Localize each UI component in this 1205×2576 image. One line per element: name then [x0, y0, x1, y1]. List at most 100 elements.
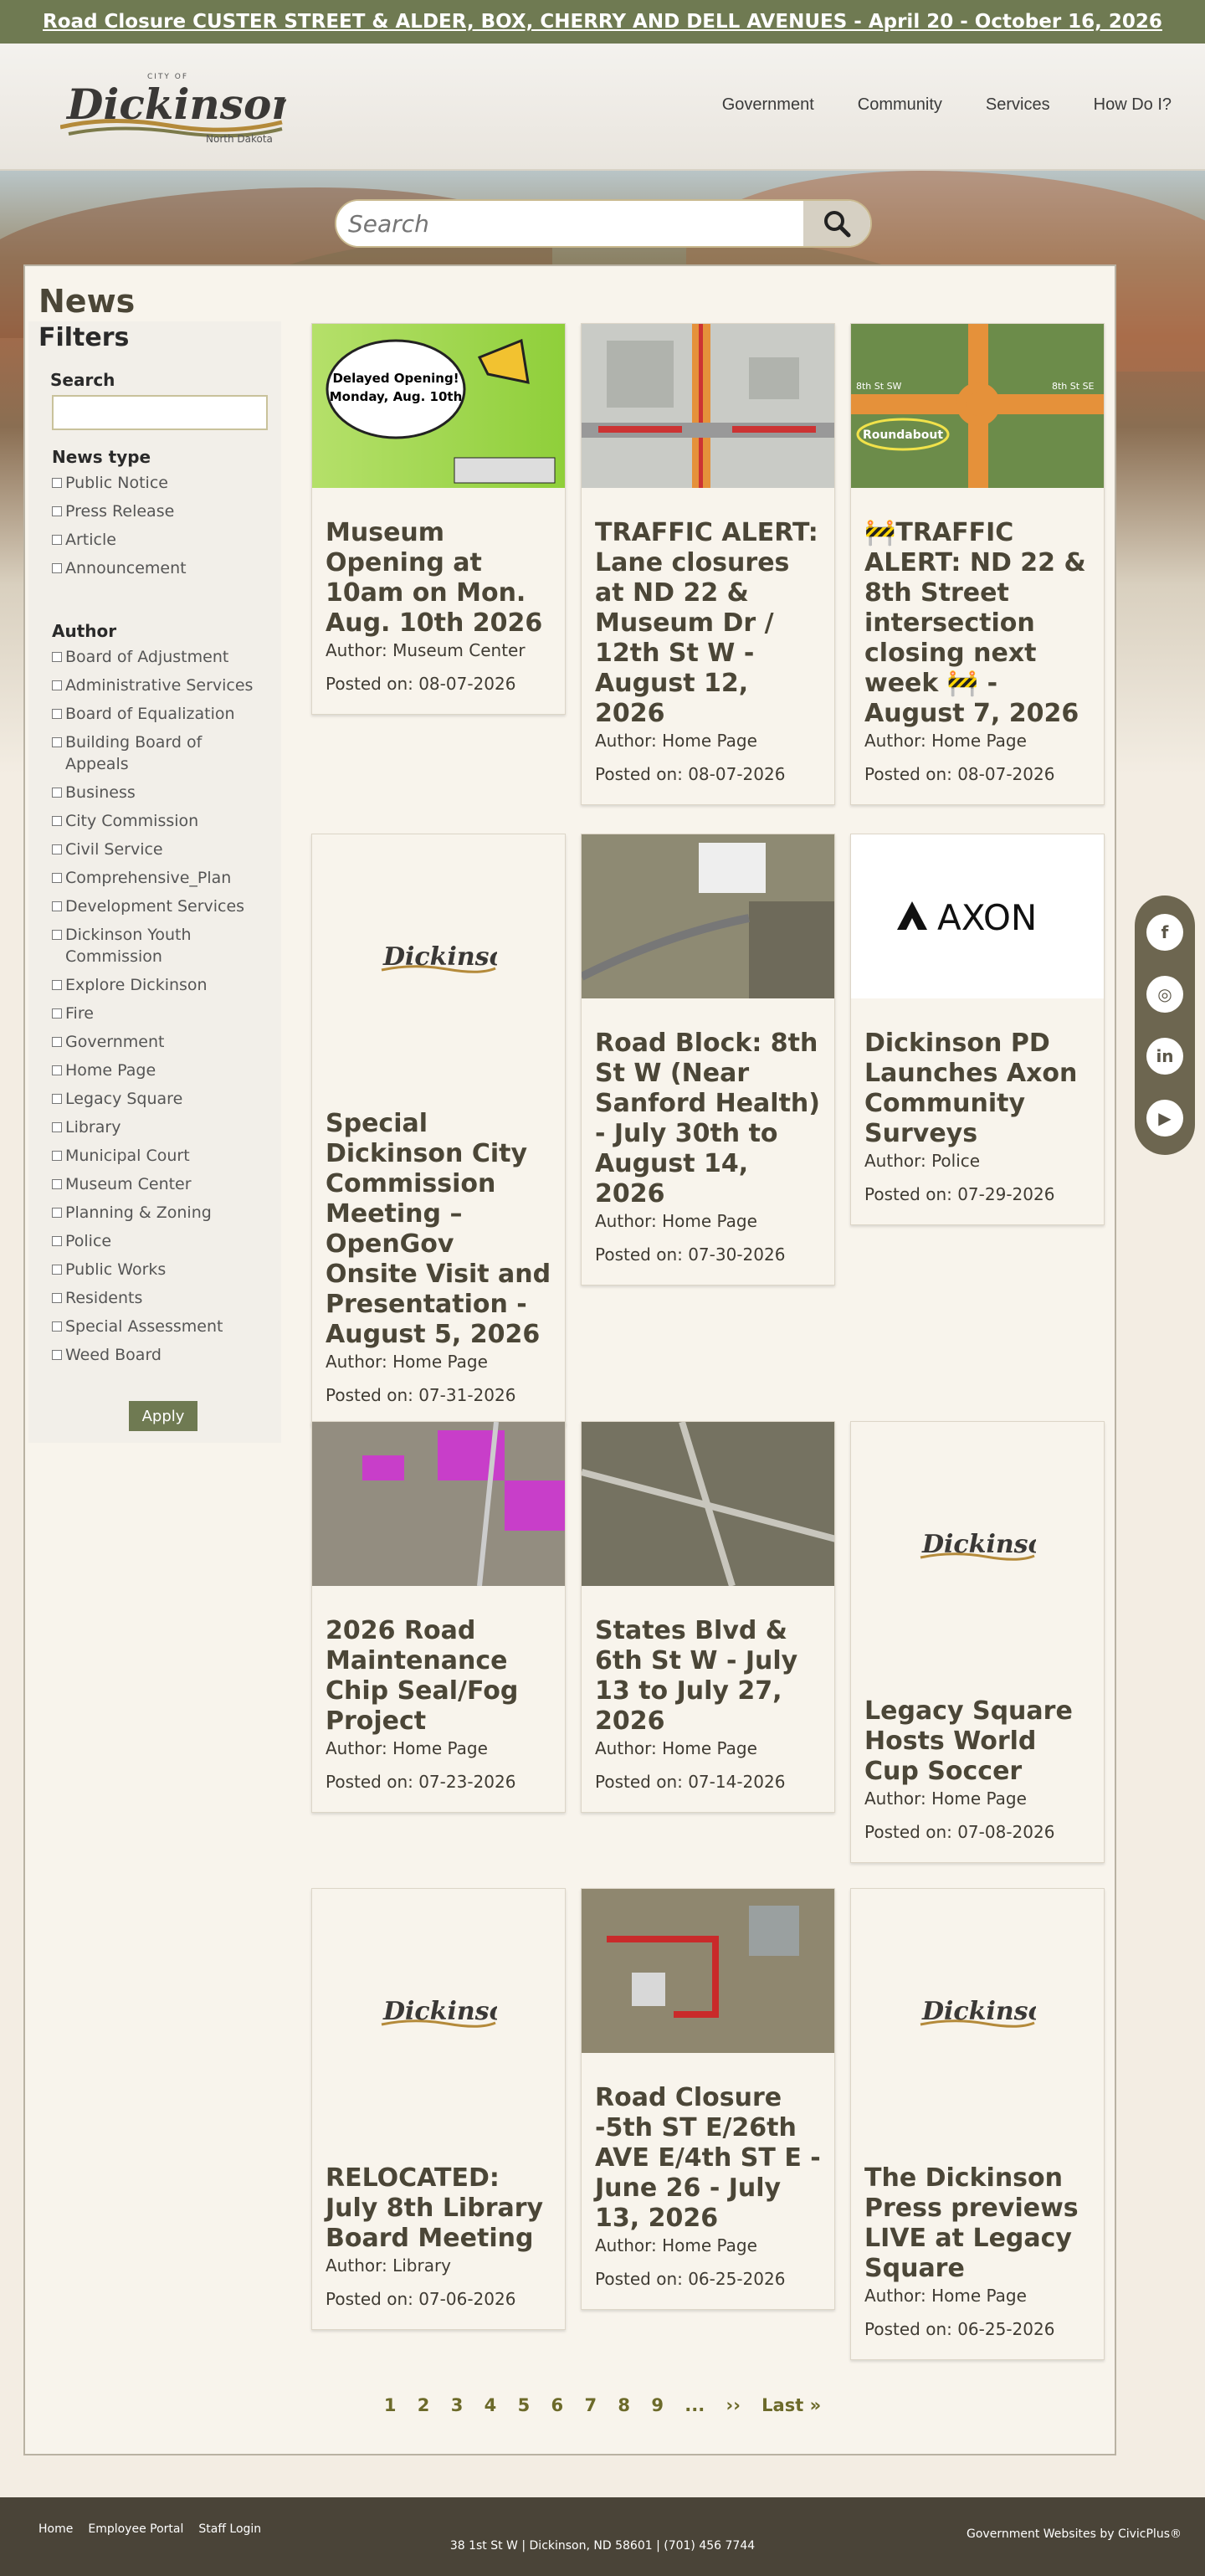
checkbox[interactable]: [52, 1350, 62, 1360]
facebook-icon[interactable]: f: [1146, 914, 1183, 951]
author-checkbox-item[interactable]: Board of Equalization: [52, 703, 261, 725]
checkbox[interactable]: [52, 652, 62, 662]
checkbox[interactable]: [52, 1122, 62, 1132]
author-checkbox-item[interactable]: Special Assessment: [52, 1316, 261, 1337]
page-6[interactable]: 6: [551, 2395, 564, 2415]
checkbox[interactable]: [52, 980, 62, 990]
checkbox[interactable]: [52, 709, 62, 719]
checkbox[interactable]: [52, 563, 62, 573]
news-card[interactable]: Road Closure -5th ST E/26th AVE E/4th ST…: [581, 1888, 835, 2310]
checkbox[interactable]: [52, 1151, 62, 1161]
author-checkbox-item[interactable]: Police: [52, 1230, 261, 1252]
author-label: Municipal Court: [65, 1147, 190, 1165]
city-logo[interactable]: CITY OF Dickinson North Dakota: [59, 67, 302, 151]
author-checkbox-item[interactable]: Board of Adjustment: [52, 646, 261, 668]
checkbox[interactable]: [52, 680, 62, 690]
checkbox[interactable]: [52, 535, 62, 545]
author-checkbox-item[interactable]: Dickinson Youth Commission: [52, 924, 261, 967]
news-card[interactable]: Road Block: 8th St W (Near Sanford Healt…: [581, 834, 835, 1285]
instagram-icon[interactable]: ◎: [1146, 976, 1183, 1013]
page-8[interactable]: 8: [618, 2395, 630, 2415]
footer-employee-portal-link[interactable]: Employee Portal: [88, 2522, 183, 2536]
checkbox[interactable]: [52, 1065, 62, 1075]
news-type-checkbox-item[interactable]: Press Release: [52, 500, 261, 522]
nav-how-do-i[interactable]: How Do I?: [1094, 95, 1172, 115]
checkbox[interactable]: [52, 788, 62, 798]
author-checkbox-item[interactable]: Library: [52, 1116, 261, 1138]
page-5[interactable]: 5: [518, 2395, 531, 2415]
page-4[interactable]: 4: [485, 2395, 497, 2415]
author-checkbox-item[interactable]: Government: [52, 1031, 261, 1053]
author-checkbox-item[interactable]: Development Services: [52, 895, 261, 917]
news-card[interactable]: Roundabout 8th St SW 8th St SE 🚧TRAFFIC …: [850, 323, 1105, 805]
author-checkbox-item[interactable]: Planning & Zoning: [52, 1202, 261, 1224]
footer-home-link[interactable]: Home: [38, 2522, 73, 2536]
youtube-icon[interactable]: ▶: [1146, 1100, 1183, 1137]
page-9[interactable]: 9: [651, 2395, 664, 2415]
checkbox[interactable]: [52, 737, 62, 747]
news-card[interactable]: 2026 Road Maintenance Chip Seal/Fog Proj…: [311, 1421, 566, 1813]
checkbox[interactable]: [52, 1179, 62, 1189]
checkbox[interactable]: [52, 1236, 62, 1246]
checkbox[interactable]: [52, 1321, 62, 1332]
news-card[interactable]: Dickinson Legacy Square Hosts World Cup …: [850, 1421, 1105, 1863]
checkbox[interactable]: [52, 506, 62, 516]
news-type-checkbox-item[interactable]: Article: [52, 529, 261, 551]
page-7[interactable]: 7: [584, 2395, 597, 2415]
apply-button[interactable]: Apply: [129, 1401, 197, 1431]
author-checkbox-item[interactable]: Home Page: [52, 1060, 261, 1081]
checkbox[interactable]: [52, 1293, 62, 1303]
news-card[interactable]: Dickinson RELOCATED: July 8th Library Bo…: [311, 1888, 566, 2330]
author-checkbox-item[interactable]: Weed Board: [52, 1344, 261, 1366]
checkbox[interactable]: [52, 901, 62, 911]
author-checkbox-item[interactable]: Business: [52, 782, 261, 803]
news-card[interactable]: AXON Dickinson PD Launches Axon Communit…: [850, 834, 1105, 1225]
search-button[interactable]: [803, 201, 870, 246]
news-card[interactable]: TRAFFIC ALERT: Lane closures at ND 22 & …: [581, 323, 835, 805]
author-checkbox-item[interactable]: Public Works: [52, 1259, 261, 1280]
author-checkbox-item[interactable]: Comprehensive_Plan: [52, 867, 261, 889]
footer-staff-login-link[interactable]: Staff Login: [198, 2522, 261, 2536]
nav-community[interactable]: Community: [858, 95, 942, 115]
checkbox[interactable]: [52, 816, 62, 826]
checkbox[interactable]: [52, 930, 62, 940]
footer-credit[interactable]: Government Websites by CivicPlus®: [967, 2527, 1182, 2541]
author-checkbox-item[interactable]: Administrative Services: [52, 675, 261, 696]
news-card[interactable]: Dickinson The Dickinson Press previews L…: [850, 1888, 1105, 2360]
news-card[interactable]: Dickinson Special Dickinson City Commiss…: [311, 834, 566, 1426]
checkbox[interactable]: [52, 1265, 62, 1275]
author-checkbox-item[interactable]: Municipal Court: [52, 1145, 261, 1167]
news-card[interactable]: States Blvd & 6th St W - July 13 to July…: [581, 1421, 835, 1813]
news-card[interactable]: Delayed Opening! Monday, Aug. 10th Museu…: [311, 323, 566, 715]
news-type-checkbox-item[interactable]: Announcement: [52, 557, 261, 579]
author-checkbox-item[interactable]: City Commission: [52, 810, 261, 832]
alert-link[interactable]: Road Closure CUSTER STREET & ALDER, BOX,…: [43, 11, 1162, 33]
search-input[interactable]: [336, 201, 803, 246]
author-checkbox-item[interactable]: Civil Service: [52, 839, 261, 860]
nav-government[interactable]: Government: [722, 95, 814, 115]
checkbox[interactable]: [52, 1094, 62, 1104]
civicplus-link[interactable]: Government Websites by CivicPlus®: [967, 2527, 1182, 2541]
nav-services[interactable]: Services: [986, 95, 1050, 115]
page-2[interactable]: 2: [418, 2395, 430, 2415]
author-label: Police: [65, 1232, 112, 1250]
author-checkbox-item[interactable]: Explore Dickinson: [52, 974, 261, 996]
author-checkbox-item[interactable]: Fire: [52, 1003, 261, 1024]
checkbox[interactable]: [52, 1037, 62, 1047]
checkbox[interactable]: [52, 1008, 62, 1019]
author-checkbox-item[interactable]: Legacy Square: [52, 1088, 261, 1110]
checkbox[interactable]: [52, 1208, 62, 1218]
author-checkbox-item[interactable]: Building Board of Appeals: [52, 731, 261, 775]
next-page-link[interactable]: ››: [726, 2395, 741, 2415]
checkbox[interactable]: [52, 478, 62, 488]
author-checkbox-item[interactable]: Museum Center: [52, 1173, 261, 1195]
page-1[interactable]: 1: [384, 2395, 397, 2415]
checkbox[interactable]: [52, 873, 62, 883]
page-3[interactable]: 3: [451, 2395, 464, 2415]
author-checkbox-item[interactable]: Residents: [52, 1287, 261, 1309]
filter-search-input[interactable]: [52, 395, 268, 430]
checkbox[interactable]: [52, 844, 62, 854]
last-page-link[interactable]: Last »: [761, 2395, 821, 2415]
news-type-checkbox-item[interactable]: Public Notice: [52, 472, 261, 494]
linkedin-icon[interactable]: in: [1146, 1038, 1183, 1075]
